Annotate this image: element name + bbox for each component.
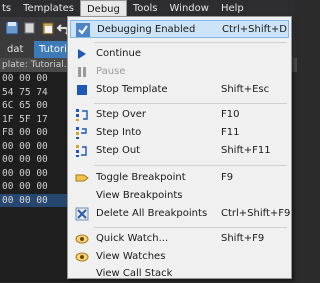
menu-item-label: View Watches [96,251,166,262]
menu-templates[interactable]: Templates [17,0,80,17]
menu-bar: ts Templates Debug Tools Window Help [0,0,295,17]
continue-icon [78,49,86,59]
menu-item-step-out[interactable]: Step Out Shift+F11 [70,142,289,160]
menu-item-shortcut: Shift+F9 [221,233,265,244]
menu-item-label: Debugging Enabled [97,24,196,35]
stop-icon [77,85,87,95]
menu-item-view-call-stack[interactable]: View Call Stack [70,265,289,283]
menu-item-pause[interactable]: Pause [70,63,289,81]
breakpoint-icon [75,174,89,182]
menu-item-label: Pause [96,66,126,77]
menu-item-label: Quick Watch... [96,233,169,244]
menu-item-shortcut: F9 [221,172,234,183]
debug-menu: Debugging Enabled Ctrl+Shift+D Continue … [67,16,292,279]
menu-item-shortcut: F10 [221,109,240,120]
menu-item-shortcut: F11 [221,127,240,138]
view-watches-icon [75,252,89,262]
menu-item-label: Step Into [96,127,142,138]
save-icon[interactable] [4,20,20,36]
step-out-icon [76,145,87,157]
menu-item-shortcut: Ctrl+Shift+D [222,24,287,35]
step-over-icon [76,109,88,121]
menu-tools[interactable]: Tools [127,0,164,17]
menu-item-stop-template[interactable]: Stop Template Shift+Esc [70,81,289,99]
menu-item-label: Step Over [96,109,146,120]
menu-item-shortcut: Shift+Esc [221,84,270,95]
menu-separator [94,165,287,166]
delete-breakpoints-icon [75,207,89,221]
menu-item-label: Stop Template [96,84,168,95]
menu-item-label: Delete All Breakpoints [96,208,208,219]
pause-icon [78,67,86,77]
menu-item-label: View Breakpoints [96,190,183,201]
quick-watch-icon [75,234,89,244]
menu-item-label: View Call Stack [96,268,173,279]
menu-window[interactable]: Window [164,0,215,17]
menu-ts[interactable]: ts [0,0,17,17]
menu-item-label: Continue [96,48,141,59]
menu-debug[interactable]: Debug [79,0,127,17]
menu-item-delete-all-breakpoints[interactable]: Delete All Breakpoints Ctrl+Shift+F9 [70,205,291,223]
menu-help[interactable]: Help [215,0,250,17]
menu-item-shortcut: Ctrl+Shift+F9 [221,208,291,219]
checkmark-icon [76,23,90,37]
menu-separator [94,103,287,104]
menu-item-continue[interactable]: Continue [70,45,289,63]
paste-icon[interactable] [40,20,56,36]
menu-item-step-into[interactable]: Step Into F11 [70,124,289,142]
menu-item-shortcut: Shift+F11 [221,145,271,156]
step-into-icon [76,127,87,139]
menu-item-label: Step Out [96,145,141,156]
copy-icon[interactable] [22,20,38,36]
menu-item-quick-watch[interactable]: Quick Watch... Shift+F9 [70,230,289,248]
menu-item-view-breakpoints[interactable]: View Breakpoints [70,187,289,205]
menu-item-toggle-breakpoint[interactable]: Toggle Breakpoint F9 [70,169,289,187]
tab-dat[interactable]: dat [2,41,28,58]
menu-separator [94,227,287,228]
menu-item-step-over[interactable]: Step Over F10 [70,106,289,124]
menu-item-debugging-enabled[interactable]: Debugging Enabled Ctrl+Shift+D [70,20,289,38]
menu-separator [94,42,287,43]
menu-item-label: Toggle Breakpoint [96,172,186,183]
menu-item-view-watches[interactable]: View Watches [70,248,289,266]
